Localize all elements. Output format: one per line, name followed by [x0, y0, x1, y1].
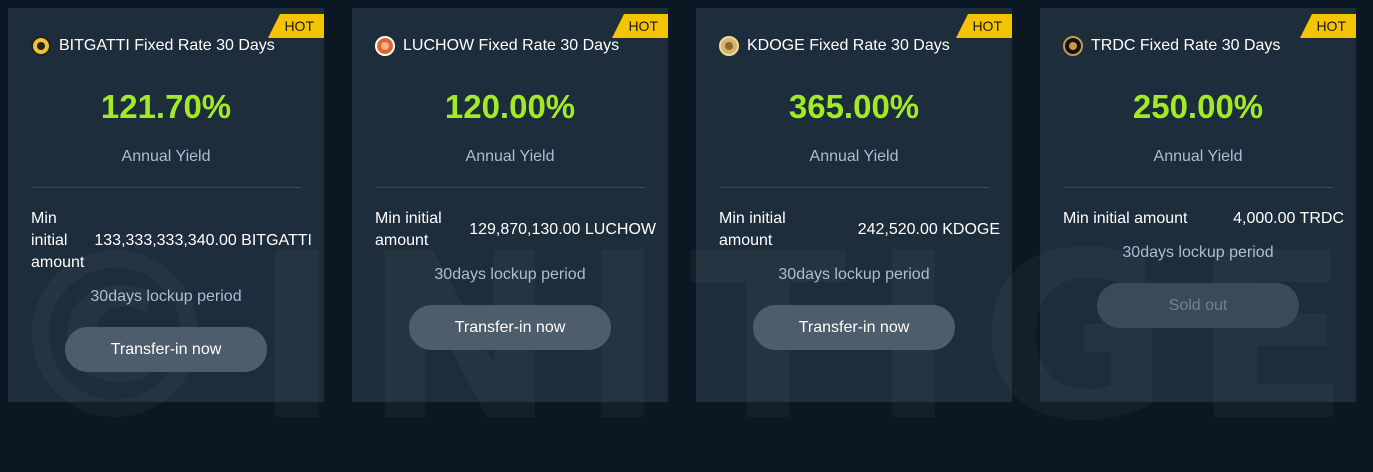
card-title: TRDC Fixed Rate 30 Days — [1091, 37, 1281, 54]
min-amount-value: 4,000.00 TRDC — [1233, 210, 1344, 227]
card-title: LUCHOW Fixed Rate 30 Days — [403, 37, 620, 54]
product-card-luchow: HOT LUCHOW Fixed Rate 30 Days 120.00% An… — [352, 8, 668, 402]
card-title: BITGATTI Fixed Rate 30 Days — [59, 37, 275, 54]
product-card-kdoge: HOT KDOGE Fixed Rate 30 Days 365.00% Ann… — [696, 8, 1012, 402]
lockup-period: 30days lockup period — [1122, 244, 1274, 261]
luchow-coin-icon — [375, 36, 395, 56]
hot-badge: HOT — [268, 14, 324, 38]
product-card-bitgatti: HOT BITGATTI Fixed Rate 30 Days 121.70% … — [8, 8, 324, 402]
hot-badge: HOT — [1300, 14, 1356, 38]
lockup-period: 30days lockup period — [778, 266, 930, 283]
trdc-coin-icon — [1063, 36, 1083, 56]
annual-yield-rate: 121.70% — [100, 88, 232, 125]
annual-yield-rate: 120.00% — [444, 88, 576, 125]
min-amount-value: 133,333,333,340.00 BITGATTI — [94, 232, 312, 249]
annual-yield-label: Annual Yield — [1153, 148, 1243, 165]
divider — [719, 187, 989, 188]
min-amount-label: Min initial amount — [719, 210, 786, 249]
card-title-row: KDOGE Fixed Rate 30 Days — [719, 36, 950, 56]
divider — [31, 187, 301, 188]
annual-yield-label: Annual Yield — [121, 148, 211, 165]
annual-yield-label: Annual Yield — [465, 148, 555, 165]
min-amount-row: Min initial amount 4,000.00 TRDC — [1063, 208, 1344, 230]
lockup-period: 30days lockup period — [90, 288, 242, 305]
annual-yield-label: Annual Yield — [809, 148, 899, 165]
divider — [1063, 187, 1333, 188]
sold-out-button[interactable]: Sold out — [1097, 283, 1299, 328]
lockup-period: 30days lockup period — [434, 266, 586, 283]
divider — [375, 187, 645, 188]
hot-badge: HOT — [612, 14, 668, 38]
card-title-row: TRDC Fixed Rate 30 Days — [1063, 36, 1280, 56]
min-amount-value: 242,520.00 KDOGE — [857, 221, 1000, 238]
transfer-in-button[interactable]: Transfer-in now — [409, 305, 611, 350]
transfer-in-button[interactable]: Transfer-in now — [753, 305, 955, 350]
annual-yield-rate: 365.00% — [788, 88, 920, 125]
bitgatti-coin-icon — [31, 36, 51, 56]
min-amount-label: Min initial amount — [1063, 210, 1188, 227]
card-title-row: LUCHOW Fixed Rate 30 Days — [375, 36, 619, 56]
card-title: KDOGE Fixed Rate 30 Days — [747, 37, 950, 54]
min-amount-value: 129,870,130.00 LUCHOW — [469, 221, 656, 238]
transfer-in-button[interactable]: Transfer-in now — [65, 327, 267, 372]
min-amount-row: Min initial amount 133,333,333,340.00 BI… — [31, 208, 312, 274]
hot-badge: HOT — [956, 14, 1012, 38]
card-title-row: BITGATTI Fixed Rate 30 Days — [31, 36, 275, 56]
kdoge-coin-icon — [719, 36, 739, 56]
min-amount-label: Min initial amount — [375, 210, 442, 249]
min-amount-row: Min initial amount 129,870,130.00 LUCHOW — [375, 208, 656, 252]
product-card-trdc: HOT TRDC Fixed Rate 30 Days 250.00% Annu… — [1040, 8, 1356, 402]
annual-yield-rate: 250.00% — [1132, 88, 1264, 125]
min-amount-row: Min initial amount 242,520.00 KDOGE — [719, 208, 1000, 252]
min-amount-label: Min initial amount — [31, 210, 85, 271]
